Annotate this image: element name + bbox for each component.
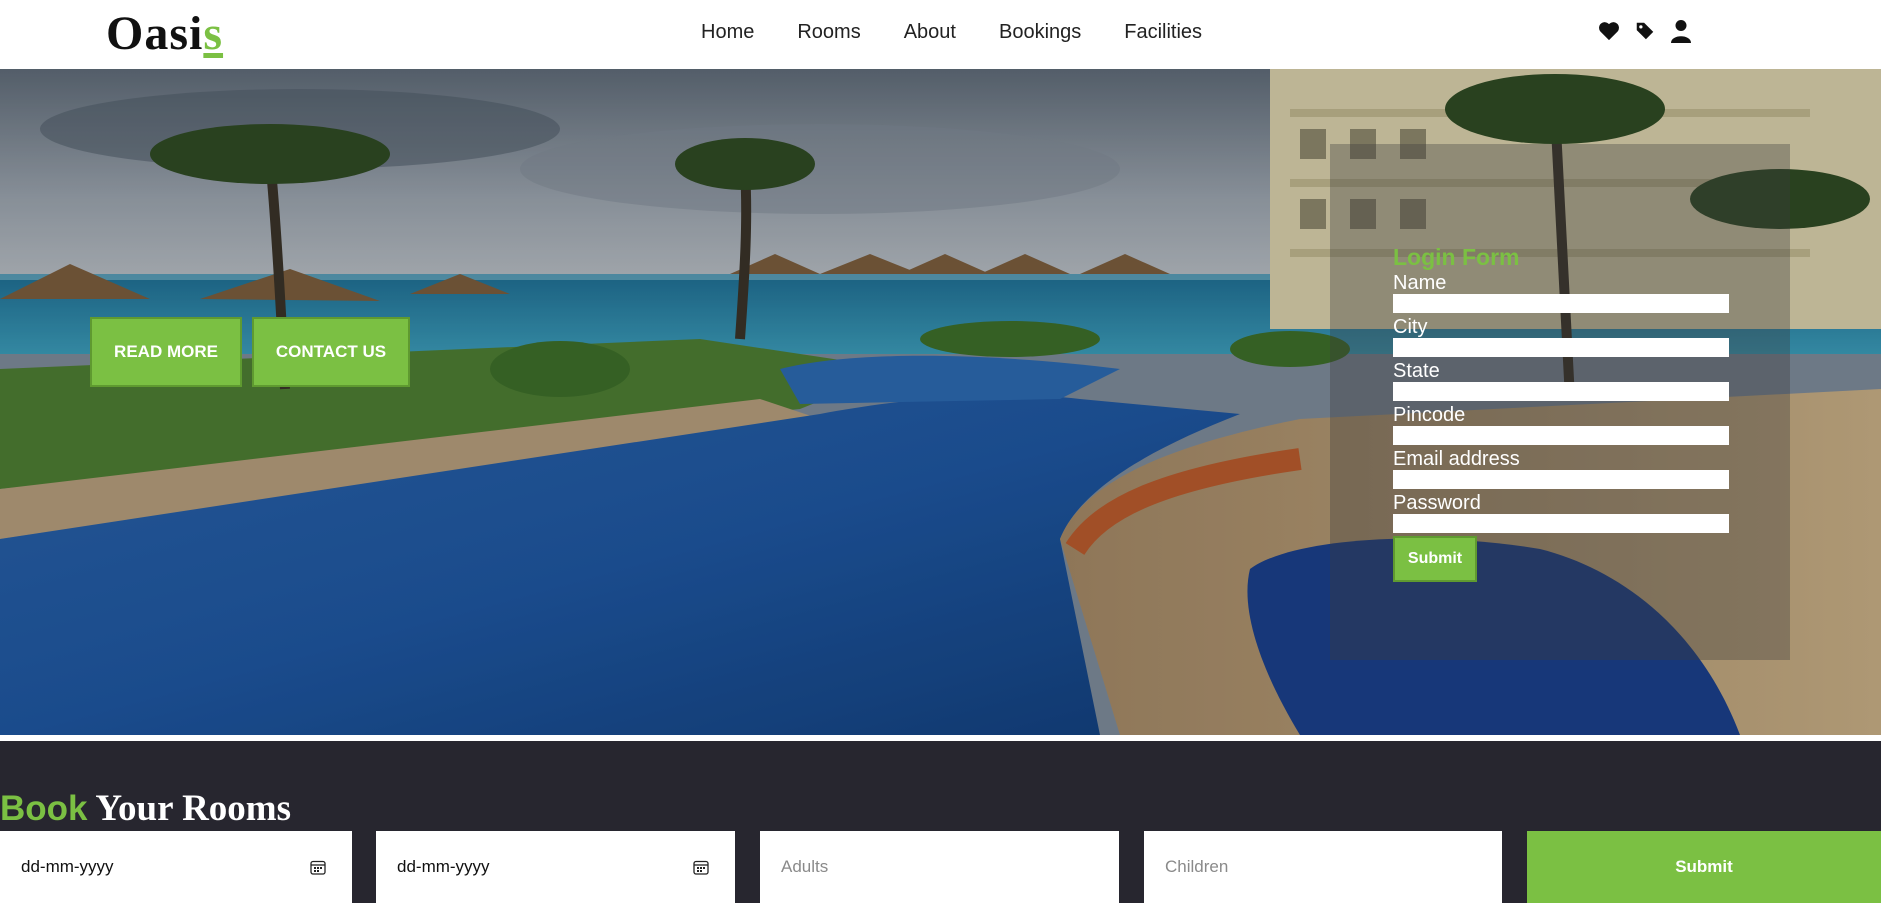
calendar-icon[interactable]: [693, 859, 709, 875]
children-input[interactable]: Children: [1144, 831, 1502, 903]
tag-icon[interactable]: [1634, 18, 1656, 44]
nav-link-bookings[interactable]: Bookings: [999, 20, 1081, 44]
pincode-field[interactable]: [1393, 426, 1729, 445]
main-nav: Home Rooms About Bookings Facilities: [701, 20, 1202, 44]
email-label: Email address: [1393, 448, 1520, 470]
pincode-label: Pincode: [1393, 404, 1466, 426]
hero-section: READ MORE CONTACT US Login Form Name Cit…: [0, 69, 1881, 735]
login-form: Login Form Name City State Pincode Email…: [1393, 244, 1729, 582]
brand-name-accent: s: [203, 7, 224, 60]
booking-title: Book Your Rooms: [0, 789, 291, 829]
checkin-date-input[interactable]: dd-mm-yyyy: [0, 831, 352, 903]
state-label: State: [1393, 360, 1440, 382]
brand-logo[interactable]: Oasis: [106, 6, 223, 62]
booking-title-rest: Your Rooms: [87, 788, 292, 829]
booking-title-accent: Book: [0, 789, 88, 828]
checkin-date-value: dd-mm-yyyy: [21, 857, 114, 876]
nav-icons: [1598, 18, 1692, 44]
adults-placeholder: Adults: [781, 857, 829, 876]
login-form-title: Login Form: [1393, 244, 1520, 270]
booking-submit-button[interactable]: Submit: [1527, 831, 1881, 903]
name-field[interactable]: [1393, 294, 1729, 313]
state-field[interactable]: [1393, 382, 1729, 401]
city-label: City: [1393, 316, 1428, 338]
user-icon[interactable]: [1670, 18, 1692, 44]
login-submit-button[interactable]: Submit: [1393, 536, 1477, 582]
nav-link-facilities[interactable]: Facilities: [1124, 20, 1202, 44]
password-label: Password: [1393, 492, 1481, 514]
city-field[interactable]: [1393, 338, 1729, 357]
adults-input[interactable]: Adults: [760, 831, 1119, 903]
booking-section: Book Your Rooms dd-mm-yyyy dd-mm-yyyy Ad…: [0, 735, 1881, 903]
navbar: Oasis Home Rooms About Bookings Faciliti…: [0, 0, 1881, 69]
nav-link-about[interactable]: About: [904, 20, 956, 44]
children-placeholder: Children: [1165, 857, 1229, 876]
heart-icon[interactable]: [1598, 18, 1620, 44]
calendar-icon[interactable]: [310, 859, 326, 875]
read-more-button[interactable]: READ MORE: [90, 317, 242, 387]
password-field[interactable]: [1393, 514, 1729, 533]
nav-link-rooms[interactable]: Rooms: [797, 20, 860, 44]
name-label: Name: [1393, 272, 1447, 294]
nav-link-home[interactable]: Home: [701, 20, 754, 44]
brand-name: Oasi: [106, 7, 204, 60]
checkout-date-value: dd-mm-yyyy: [397, 857, 490, 876]
checkout-date-input[interactable]: dd-mm-yyyy: [376, 831, 735, 903]
contact-us-button[interactable]: CONTACT US: [252, 317, 410, 387]
email-field[interactable]: [1393, 470, 1729, 489]
